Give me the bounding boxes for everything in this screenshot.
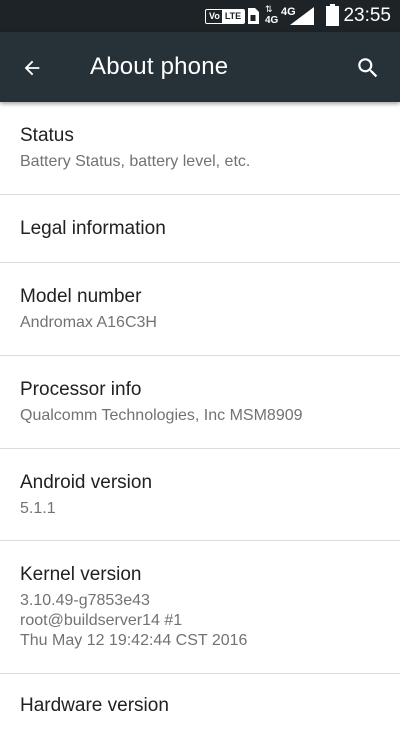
battery-icon xyxy=(326,4,339,26)
4g-icon: ⇅ 4G 4G xyxy=(265,4,296,28)
clock: 23:55 xyxy=(343,5,391,26)
search-button[interactable] xyxy=(350,50,386,86)
settings-item-summary: 5.1.1 xyxy=(20,500,56,517)
data-arrows-icon: ⇅ xyxy=(265,4,273,14)
search-icon xyxy=(358,58,378,78)
settings-item-summary: Thu May 12 19:42:44 CST 2016 xyxy=(20,632,248,649)
settings-item-processor-info[interactable]: Processor info Qualcomm Technologies, In… xyxy=(0,356,400,449)
settings-item-summary: Battery Status, battery level, etc. xyxy=(20,153,251,170)
network-type-small: 4G xyxy=(265,15,279,26)
settings-item-title: Status xyxy=(20,125,74,146)
app-bar: About phone xyxy=(0,32,400,102)
back-button[interactable] xyxy=(14,50,50,86)
settings-item-model-number[interactable]: Model number Andromax A16C3H xyxy=(0,263,400,356)
settings-item-summary: Qualcomm Technologies, Inc MSM8909 xyxy=(20,407,303,424)
settings-item-title: Legal information xyxy=(20,218,166,239)
settings-item-title: Processor info xyxy=(20,379,142,400)
settings-item-title: Hardware version xyxy=(20,695,169,716)
settings-item-android-version[interactable]: Android version 5.1.1 xyxy=(0,449,400,541)
settings-item-title: Android version xyxy=(20,472,153,493)
settings-item-summary: Andromax A16C3H xyxy=(20,314,157,331)
volte-lte-label: LTE xyxy=(221,10,245,23)
settings-item-summary: root@buildserver14 #1 xyxy=(20,612,183,629)
settings-item-kernel-version[interactable]: Kernel version 3.10.49-g7853e43 root@bui… xyxy=(0,541,400,674)
volte-vo-label: Vo xyxy=(209,11,220,21)
settings-item-status[interactable]: Status Battery Status, battery level, et… xyxy=(0,102,400,195)
settings-item-legal-information[interactable]: Legal information xyxy=(0,195,400,263)
volte-icon: Vo LTE xyxy=(205,9,246,24)
settings-item-summary: 3.10.49-g7853e43 xyxy=(20,592,150,609)
settings-item-title: Kernel version xyxy=(20,564,142,585)
status-bar: Vo LTE ⇅ 4G 4G 23:55 xyxy=(0,0,400,32)
page-title: About phone xyxy=(90,53,229,80)
settings-item-title: Model number xyxy=(20,286,142,307)
settings-item-hardware-version[interactable]: Hardware version xyxy=(0,674,400,734)
arrow-back-icon xyxy=(24,60,40,76)
sim-icon xyxy=(248,8,259,24)
signal-icon xyxy=(290,7,314,25)
